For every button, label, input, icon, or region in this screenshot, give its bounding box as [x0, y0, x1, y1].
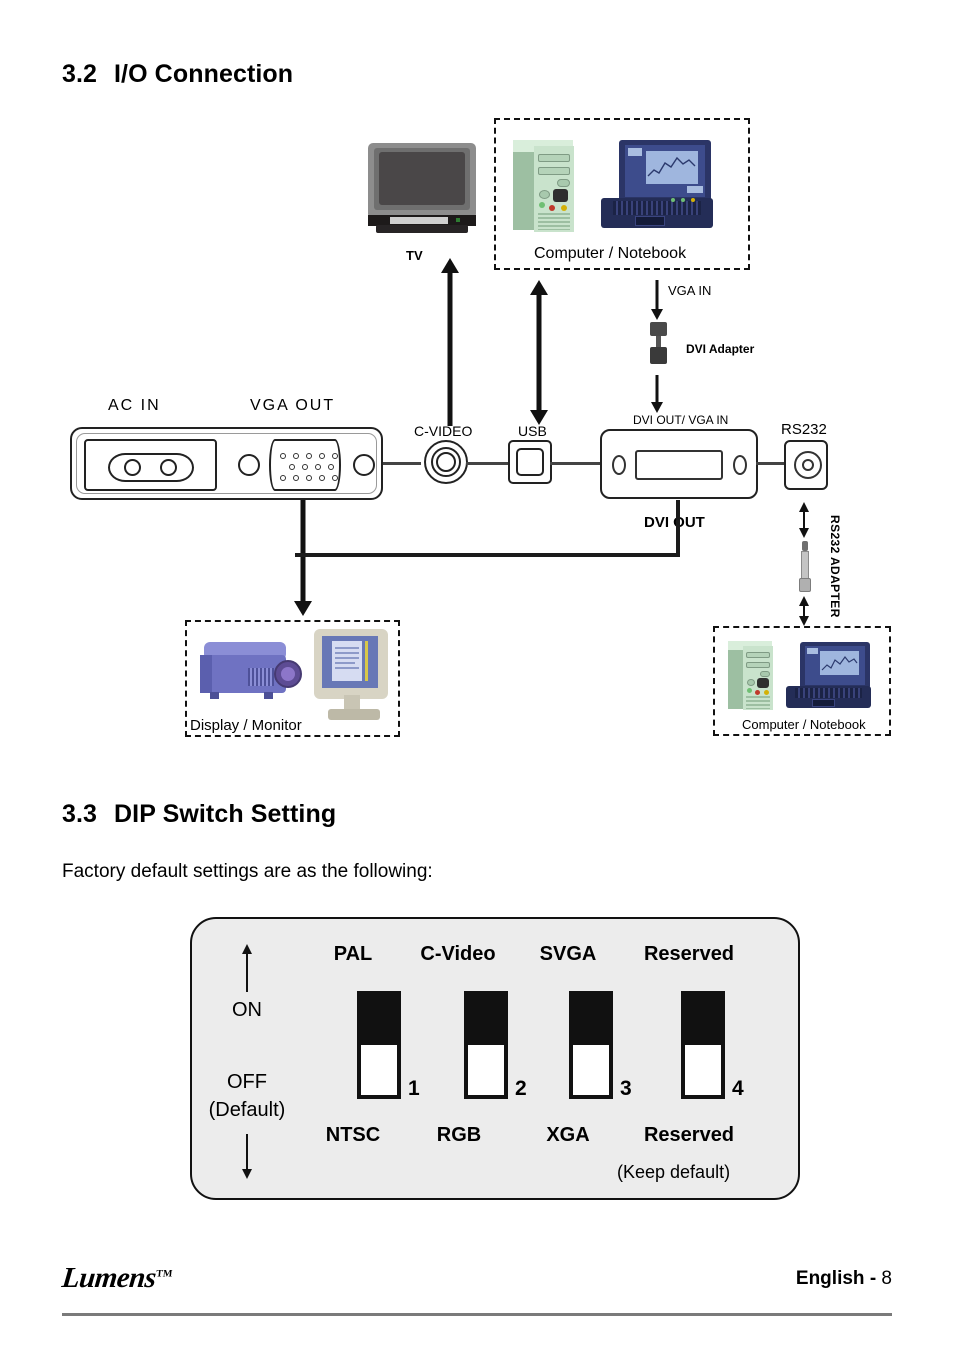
section-heading-3-3: 3.3 DIP Switch Setting — [62, 800, 336, 829]
computer-notebook-label-bottom: Computer / Notebook — [742, 717, 866, 732]
usb-port — [508, 440, 552, 484]
computer-notebook-label-top: Computer / Notebook — [534, 245, 687, 262]
dip-2-on-label: C-Video — [420, 943, 496, 965]
rs232-jack — [784, 440, 828, 490]
arrow-on-direction — [240, 944, 254, 992]
dip-default-label: (Default) — [208, 1099, 286, 1121]
arrow-off-direction — [240, 1134, 254, 1179]
page-footer-label: English - 8 — [796, 1268, 892, 1290]
laptop-screen-chart — [647, 156, 696, 177]
rs232-adapter-label: RS232 ADAPTER — [828, 515, 842, 618]
footer-separator: - — [869, 1268, 877, 1289]
language-label: English — [795, 1268, 865, 1289]
rear-panel — [70, 427, 383, 500]
dip-keep-default-note: (Keep default) — [617, 1162, 731, 1182]
dvi-out-label: DVI OUT — [644, 514, 705, 531]
dip-3-toggle[interactable] — [569, 991, 613, 1099]
dip-4-number: 4 — [732, 1077, 744, 1100]
trademark-symbol: TM — [155, 1268, 173, 1280]
crt-monitor-illustration — [310, 629, 396, 721]
laptop-screen-chart-bottom — [821, 656, 858, 671]
body-text: Factory default settings are as the foll… — [62, 861, 433, 882]
arrow-vga-in — [648, 280, 666, 320]
dip-off-label: OFF — [227, 1071, 267, 1093]
arrow-computer-usb — [529, 280, 549, 425]
dip-1-number: 1 — [408, 1077, 420, 1100]
section-number: 3.3 — [62, 800, 98, 828]
dip-3-number: 3 — [620, 1077, 632, 1100]
rs232-label: RS232 — [781, 421, 827, 438]
laptop-illustration-bottom — [786, 642, 874, 710]
dip-1-toggle[interactable] — [357, 991, 401, 1099]
dip-1-on-label: PAL — [333, 943, 373, 965]
c-video-label: C-VIDEO — [414, 423, 473, 439]
projector-illustration — [200, 640, 305, 708]
section-number: 3.2 — [62, 60, 98, 88]
dip-4-toggle[interactable] — [681, 991, 725, 1099]
arrow-tv-cvideo — [440, 258, 460, 426]
desktop-tower-illustration-bottom — [728, 638, 780, 710]
dvi-connector — [600, 429, 758, 499]
page-number: 8 — [881, 1268, 892, 1289]
dip-2-off-label: RGB — [436, 1124, 482, 1146]
section-heading-3-2: 3.2 I/O Connection — [62, 60, 293, 89]
dip-1-off-label: NTSC — [325, 1124, 381, 1146]
arrow-rs232-upper — [797, 502, 811, 538]
brand-name: Lumens — [60, 1262, 158, 1294]
laptop-illustration — [601, 140, 717, 232]
ac-in-label: AC IN — [108, 397, 161, 414]
vga-in-label: VGA IN — [668, 283, 712, 298]
dip-switch-panel: ON OFF (Default) PAL 1 NTSC C-Video 2 RG… — [190, 917, 800, 1200]
usb-label: USB — [518, 423, 547, 439]
section-title: DIP Switch Setting — [114, 800, 337, 828]
footer-divider — [62, 1313, 892, 1316]
dip-2-number: 2 — [515, 1077, 527, 1100]
tv-illustration — [368, 143, 480, 235]
rs232-adapter-illustration — [798, 541, 811, 599]
dip-4-off-label: Reserved — [643, 1124, 735, 1146]
dip-2-toggle[interactable] — [464, 991, 508, 1099]
desktop-tower-illustration — [513, 136, 585, 232]
dvi-adapter-illustration — [648, 322, 668, 372]
arrow-dvi-adapter-to-port — [648, 375, 666, 413]
vga-out-label: VGA OUT — [250, 397, 336, 414]
dip-3-on-label: SVGA — [539, 943, 597, 965]
tv-label: TV — [406, 248, 423, 263]
c-video-jack — [424, 440, 468, 484]
arrow-rs232-lower — [797, 596, 811, 626]
dvi-out-vga-in-label: DVI OUT/ VGA IN — [633, 413, 729, 427]
dip-on-label: ON — [232, 999, 262, 1021]
section-title: I/O Connection — [114, 60, 294, 88]
brand-logo: LumensTM — [60, 1262, 173, 1295]
display-monitor-label: Display / Monitor — [190, 717, 302, 734]
page: 3.2 I/O Connection TV Computer / Noteboo… — [0, 0, 954, 1355]
dvi-adapter-label: DVI Adapter — [686, 342, 755, 356]
dip-3-off-label: XGA — [546, 1124, 590, 1146]
dip-4-on-label: Reserved — [643, 943, 735, 965]
arrow-vga-out-to-display — [293, 500, 313, 616]
